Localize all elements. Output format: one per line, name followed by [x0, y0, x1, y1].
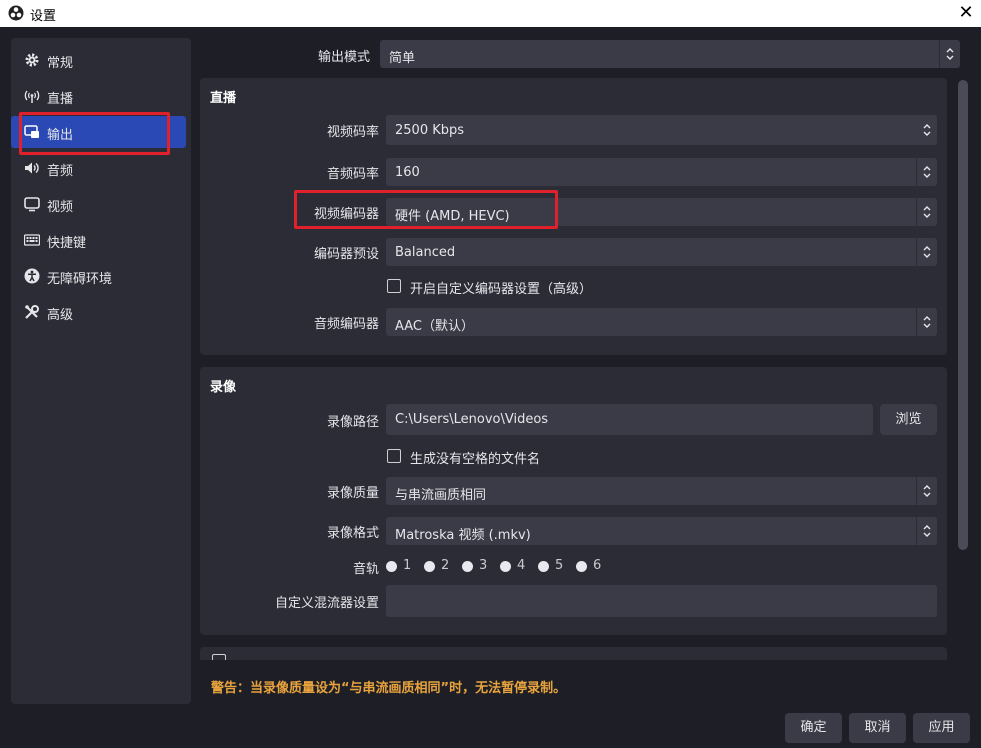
sidebar-item-label: 常规 — [47, 56, 74, 71]
recording-path-value: C:\Users\Lenovo\Videos — [395, 412, 549, 427]
track-3-label: 3 — [479, 558, 488, 573]
recording-path-label: 录像路径 — [326, 415, 379, 430]
track-3-radio[interactable] — [462, 561, 473, 572]
output-highlight-box — [19, 112, 170, 155]
audio-bitrate-value: 160 — [395, 165, 420, 180]
apply-button[interactable]: 应用 — [913, 713, 970, 743]
ok-button[interactable]: 确定 — [785, 713, 842, 743]
chevron-updown-icon — [939, 40, 960, 68]
chevron-updown-icon — [916, 158, 937, 186]
sidebar-item-accessibility[interactable]: 无障碍环境 — [11, 260, 186, 292]
track-5-radio[interactable] — [538, 561, 549, 572]
recording-quality-label: 录像质量 — [326, 486, 379, 501]
no-space-filename-label: 生成没有空格的文件名 — [410, 452, 541, 467]
sidebar-item-stream[interactable]: 直播 — [11, 80, 186, 112]
encoder-preset-select[interactable]: Balanced — [386, 238, 937, 266]
output-mode-label: 输出模式 — [317, 50, 370, 65]
video-bitrate-label: 视频码率 — [326, 125, 379, 140]
track-2-label: 2 — [441, 558, 450, 573]
recording-quality-value: 与串流画质相同 — [395, 488, 487, 503]
speaker-icon — [25, 162, 39, 174]
chevron-updown-icon — [916, 477, 937, 505]
encoder-preset-value: Balanced — [395, 245, 456, 260]
sidebar-item-label: 高级 — [47, 308, 74, 323]
browse-button[interactable]: 浏览 — [880, 404, 937, 435]
custom-encoder-checkbox-label: 开启自定义编码器设置（高级） — [410, 282, 593, 297]
chevron-updown-icon — [916, 517, 937, 545]
recording-format-select[interactable]: Matroska 视频 (.mkv) — [386, 517, 937, 545]
warning-text: 警告：当录像质量设为“与串流画质相同”时，无法暂停录制。 — [211, 681, 567, 696]
custom-muxer-input[interactable] — [386, 585, 937, 617]
video-bitrate-value: 2500 Kbps — [395, 123, 465, 138]
chevron-updown-icon — [916, 198, 937, 226]
title-bar: 设置 ✕ — [0, 0, 981, 27]
cancel-button[interactable]: 取消 — [849, 713, 906, 743]
track-6-label: 6 — [593, 558, 602, 573]
antenna-icon — [24, 90, 40, 103]
recording-quality-select[interactable]: 与串流画质相同 — [386, 477, 937, 505]
encoder-preset-label: 编码器预设 — [313, 247, 379, 262]
sidebar-item-audio[interactable]: 音频 — [11, 152, 186, 184]
sidebar-item-label: 直播 — [47, 92, 74, 107]
track-1-label: 1 — [403, 558, 412, 573]
spin-arrows-icon[interactable] — [917, 115, 937, 145]
sidebar-item-hotkeys[interactable]: 快捷键 — [11, 224, 186, 256]
track-5-label: 5 — [555, 558, 564, 573]
audio-encoder-select[interactable]: AAC（默认） — [386, 308, 937, 336]
video-bitrate-spinbox[interactable]: 2500 Kbps — [386, 115, 937, 145]
tools-icon — [25, 305, 39, 319]
keyboard-icon — [24, 234, 40, 246]
settings-scrollbar[interactable] — [958, 80, 968, 550]
recording-format-label: 录像格式 — [326, 526, 379, 541]
obs-logo-icon — [8, 5, 24, 21]
track-4-label: 4 — [517, 558, 526, 573]
track-4-radio[interactable] — [500, 561, 511, 572]
custom-encoder-checkbox[interactable] — [387, 279, 401, 293]
sidebar-item-label: 无障碍环境 — [47, 272, 113, 287]
sidebar-item-general[interactable]: 常规 — [11, 44, 186, 76]
output-mode-select[interactable]: 简单 — [380, 40, 960, 68]
next-group-partial — [200, 647, 947, 660]
track-6-radio[interactable] — [576, 561, 587, 572]
encoder-highlight-box — [294, 190, 558, 229]
recording-format-value: Matroska 视频 (.mkv) — [395, 528, 531, 543]
output-mode-value: 简单 — [389, 51, 416, 66]
close-icon[interactable]: ✕ — [955, 2, 977, 24]
track-2-radio[interactable] — [424, 561, 435, 572]
audio-bitrate-label: 音频码率 — [326, 167, 379, 182]
monitor-icon — [24, 197, 40, 212]
chevron-updown-icon — [916, 308, 937, 336]
sidebar-item-label: 音频 — [47, 164, 74, 179]
partial-checkbox[interactable] — [212, 654, 226, 660]
audio-track-label: 音轨 — [352, 562, 379, 577]
recording-group-title: 录像 — [210, 380, 237, 395]
chevron-updown-icon — [916, 238, 937, 266]
custom-muxer-label: 自定义混流器设置 — [274, 596, 379, 611]
accessibility-icon — [24, 268, 40, 284]
sidebar-item-label: 快捷键 — [47, 236, 87, 251]
window-title: 设置 — [30, 9, 57, 24]
sidebar-item-video[interactable]: 视频 — [11, 188, 186, 220]
track-1-radio[interactable] — [386, 561, 397, 572]
no-space-filename-checkbox[interactable] — [387, 449, 401, 463]
audio-bitrate-select[interactable]: 160 — [386, 158, 937, 186]
streaming-group-title: 直播 — [210, 91, 237, 106]
audio-encoder-label: 音频编码器 — [313, 317, 379, 332]
sidebar-item-advanced[interactable]: 高级 — [11, 296, 186, 328]
audio-encoder-value: AAC（默认） — [395, 319, 474, 334]
sidebar-item-label: 视频 — [47, 200, 74, 215]
recording-path-input[interactable]: C:\Users\Lenovo\Videos — [386, 404, 873, 435]
gear-icon — [25, 53, 39, 67]
